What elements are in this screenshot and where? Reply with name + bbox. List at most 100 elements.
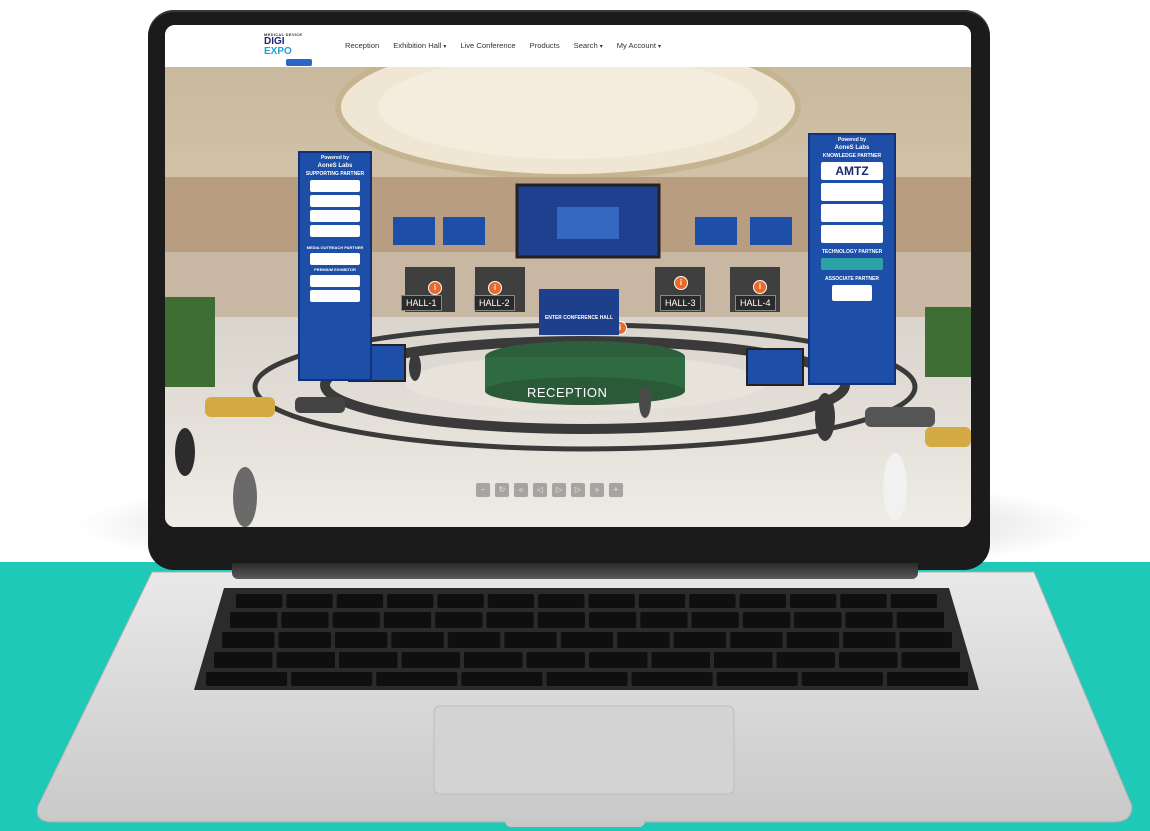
keyboard-key [236, 594, 283, 608]
laptop-notch [505, 819, 645, 827]
keyboard-key [589, 612, 637, 628]
expo-logo[interactable]: MEDICAL DEVICE DIGI EXPO [264, 32, 312, 66]
keyboard-key [786, 632, 840, 648]
partner-logo [310, 225, 360, 237]
keyboard-key [588, 594, 635, 608]
keyboard-key [336, 594, 384, 608]
zoom-in-icon[interactable]: + [608, 482, 624, 498]
partner-logo [821, 258, 883, 270]
nav-item-label: Products [529, 41, 560, 50]
hall-sign-1[interactable]: HALL-1 [401, 295, 442, 311]
keyboard-key [691, 612, 739, 628]
keyboard-key [730, 632, 783, 648]
nav-menu: Reception Exhibition Hall ▾ Live Conference… [345, 41, 675, 50]
keyboard-key [504, 632, 557, 648]
keyboard-key [332, 612, 380, 628]
nav-item-products[interactable]: Products [530, 41, 560, 50]
right-banner-brand: AoneS Labs [834, 145, 870, 151]
nav-item-label: My Account [616, 41, 656, 50]
enter-conference-hall[interactable]: ENTER CONFERENCE HALL [539, 289, 619, 335]
partner-logo [310, 180, 360, 192]
keyboard-key [435, 612, 483, 628]
right-banner-knowledge: KNOWLEDGE PARTNER [822, 153, 882, 159]
rotate-icon[interactable]: ↻ [494, 482, 510, 498]
keyboard-key [281, 612, 329, 628]
keyboard-key [537, 612, 585, 628]
partner-logo [832, 285, 872, 301]
keyboard-key [840, 594, 887, 608]
info-icon[interactable]: i [488, 281, 502, 295]
partner-logo [821, 183, 883, 201]
keyboard-key [640, 612, 688, 628]
keyboard-key [794, 612, 842, 628]
keyboard-key [673, 632, 727, 648]
keyboard-key [487, 594, 535, 608]
keyboard-key [739, 594, 786, 608]
keyboard-key [899, 632, 952, 648]
chevron-down-icon: ▾ [657, 44, 661, 50]
keyboard-key [334, 632, 388, 648]
amtz-logo: AMTZ [821, 162, 883, 180]
keyboard-key [447, 632, 501, 648]
chevron-down-icon: ▾ [599, 44, 603, 50]
partner-logo [310, 290, 360, 302]
up-icon[interactable]: ▷ [570, 482, 586, 498]
info-icon[interactable]: i [753, 280, 767, 294]
fast-left-icon[interactable]: « [513, 482, 529, 498]
left-icon[interactable]: ◁ [532, 482, 548, 498]
keyboard-key [383, 612, 432, 628]
info-icon[interactable]: i [428, 281, 442, 295]
left-banner-media: MEDIA OUTREACH PARTNER [306, 245, 364, 250]
right-partner-banner[interactable]: Powered by AoneS Labs KNOWLEDGE PARTNER … [808, 133, 896, 385]
right-banner-technology: TECHNOLOGY PARTNER [821, 249, 883, 255]
keyboard-key [617, 632, 670, 648]
keyboard-key [526, 652, 585, 668]
hall-sign-4[interactable]: HALL-4 [735, 295, 776, 311]
nav-item-label: Live Conference [460, 41, 516, 50]
zoom-out-icon[interactable]: − [475, 482, 491, 498]
keyboard-key [291, 672, 373, 686]
nav-item-label: Exhibition Hall [393, 41, 442, 50]
right-banner-powered: Powered by [837, 137, 867, 143]
keyboard-key [464, 652, 523, 668]
keyboard-key [901, 652, 960, 668]
partner-logo [310, 275, 360, 287]
info-icon[interactable]: i [674, 276, 688, 290]
keyboard-key [839, 652, 898, 668]
nav-item-reception[interactable]: Reception [345, 41, 379, 50]
keyboard-key [376, 672, 458, 686]
left-banner-premium: PREMIUM EXHIBITOR [314, 267, 356, 272]
keyboard-key [538, 594, 585, 608]
nav-item-exhibition-hall[interactable]: Exhibition Hall ▾ [393, 41, 446, 50]
keyboard-key [589, 652, 648, 668]
keyboard-key [789, 594, 837, 608]
fast-right-icon[interactable]: » [589, 482, 605, 498]
keyboard-key [286, 594, 333, 608]
left-partner-banner[interactable]: Powered by AoneS Labs SUPPORTING PARTNER… [298, 151, 372, 381]
keyboard-key [651, 652, 710, 668]
right-icon[interactable]: ▷ [551, 482, 567, 498]
keyboard-key [206, 672, 288, 686]
nav-item-live-conference[interactable]: Live Conference [460, 41, 515, 50]
keyboard-key [801, 672, 883, 686]
nav-item-label: Reception [345, 41, 380, 50]
laptop-base [36, 571, 1133, 823]
keyboard-key [845, 612, 893, 628]
nav-item-my-account[interactable]: My Account ▾ [617, 41, 661, 50]
navigation-controls: − ↻ «◁ ▷ ▷» + [475, 482, 624, 498]
nav-item-label: Search [573, 41, 598, 50]
chevron-down-icon: ▾ [443, 44, 447, 50]
keyboard-key [437, 594, 484, 608]
hall-sign-3[interactable]: HALL-3 [660, 295, 701, 311]
hall-sign-2[interactable]: HALL-2 [474, 295, 515, 311]
left-banner-supporting: SUPPORTING PARTNER [305, 171, 365, 177]
nav-item-search[interactable]: Search ▾ [574, 41, 603, 50]
laptop-screen: MEDICAL DEVICE DIGI EXPO Reception Exhibi… [165, 25, 971, 527]
partner-logo [821, 204, 883, 222]
right-banner-associate: ASSOCIATE PARTNER [825, 276, 879, 282]
virtual-hall-view[interactable]: Powered by AoneS Labs SUPPORTING PARTNER… [165, 67, 971, 527]
keyboard-key [631, 672, 713, 686]
logo-badge [286, 59, 312, 66]
keyboard-key [214, 652, 273, 668]
top-nav: MEDICAL DEVICE DIGI EXPO Reception Exhibi… [165, 25, 971, 67]
